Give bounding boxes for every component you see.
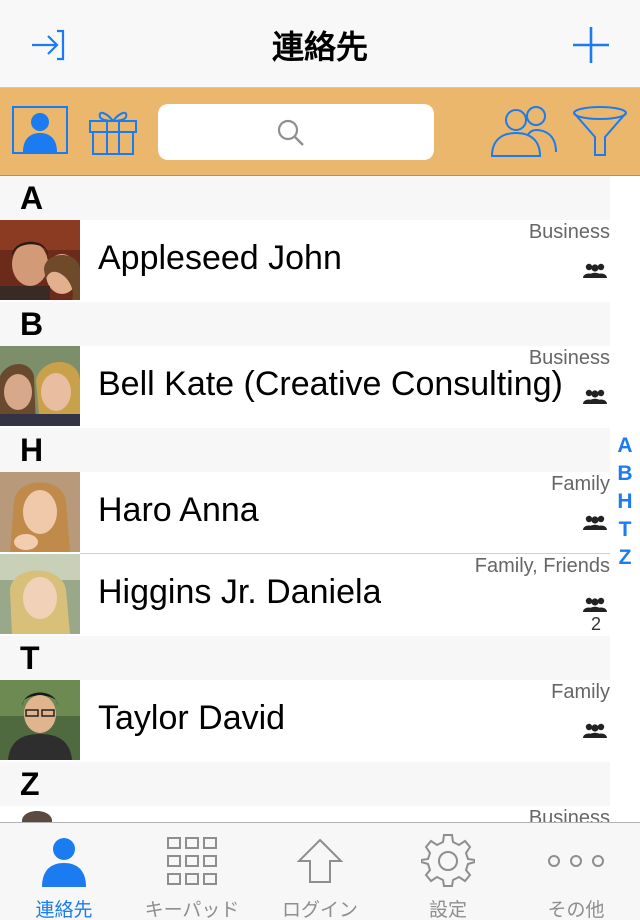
add-contact-button[interactable] (566, 20, 616, 70)
contact-group-label: Family (551, 681, 610, 703)
index-letter[interactable]: T (612, 516, 638, 544)
contact-row[interactable]: Haro Anna Family (0, 472, 610, 554)
navigation-bar: 連絡先 (0, 0, 640, 88)
contacts-list[interactable]: A Appleseed John Business B Bell Kate (C… (0, 176, 610, 888)
more-dots-icon (548, 855, 604, 867)
index-letter[interactable]: B (612, 460, 638, 488)
group-people-icon (583, 515, 607, 530)
person-icon (42, 838, 86, 887)
contact-name: Bell Kate (Creative Consulting) (98, 365, 563, 403)
tab-label: その他 (547, 899, 605, 920)
upload-arrow-icon (296, 838, 344, 883)
search-field[interactable] (158, 104, 434, 160)
tab-bar: 連絡先 キーパッド ログイン 設定 その他 (0, 822, 640, 920)
contact-name: Higgins Jr. Daniela (98, 573, 382, 611)
tab-label: 設定 (428, 899, 467, 920)
tab-keypad[interactable]: キーパッド (128, 823, 256, 920)
index-letter[interactable]: A (612, 432, 638, 460)
gift-icon (89, 111, 137, 155)
funnel-icon (573, 106, 627, 156)
tab-contacts[interactable]: 連絡先 (0, 823, 128, 920)
avatar (0, 680, 80, 760)
tab-label: 連絡先 (35, 899, 93, 920)
contact-row[interactable]: Taylor David Family (0, 680, 610, 762)
person-icon (23, 113, 57, 152)
group-people-icon (583, 389, 607, 404)
contact-group-label: Business (528, 347, 610, 369)
plus-icon (573, 27, 609, 63)
section-header: T (0, 636, 610, 680)
group-people-icon (583, 597, 607, 612)
section-header: H (0, 428, 610, 472)
contact-group-label: Business (528, 221, 610, 243)
contact-row[interactable]: Bell Kate (Creative Consulting) Business (0, 346, 610, 428)
contact-row[interactable]: Higgins Jr. Daniela Family, Friends 2 (0, 554, 610, 636)
contact-name: Appleseed John (98, 239, 342, 277)
index-letter[interactable]: H (612, 488, 638, 516)
birthday-filter-button[interactable] (86, 100, 140, 160)
section-header: A (0, 176, 610, 220)
index-letter[interactable]: Z (612, 544, 638, 572)
contact-group-label: Family, Friends (474, 555, 610, 577)
tab-more[interactable]: その他 (512, 823, 640, 920)
contact-group-label: Family (551, 473, 610, 495)
contact-count-badge: 2 (590, 614, 601, 634)
tab-label: キーパッド (144, 899, 240, 920)
tab-settings[interactable]: 設定 (384, 823, 512, 920)
section-header: B (0, 302, 610, 346)
contact-name: Haro Anna (98, 491, 259, 529)
avatar (0, 554, 80, 634)
page-title: 連絡先 (271, 28, 368, 66)
section-index[interactable]: A B H T Z (612, 432, 638, 572)
groups-icon (490, 106, 557, 157)
group-people-icon (583, 263, 607, 278)
avatar (0, 472, 80, 552)
groups-filter-button[interactable] (488, 100, 562, 160)
contact-name: Taylor David (98, 699, 286, 737)
avatar (0, 346, 80, 426)
group-people-icon (583, 723, 607, 738)
contacts-filter-button[interactable] (12, 106, 68, 154)
contact-row[interactable]: Appleseed John Business (0, 220, 610, 302)
gear-icon (421, 834, 475, 887)
avatar (0, 220, 80, 300)
keypad-icon (167, 837, 217, 885)
tab-login[interactable]: ログイン (256, 823, 384, 920)
section-header: Z (0, 762, 610, 806)
search-icon (277, 119, 304, 146)
funnel-filter-button[interactable] (570, 100, 630, 160)
tab-label: ログイン (281, 899, 358, 920)
filter-toolbar (0, 88, 640, 176)
